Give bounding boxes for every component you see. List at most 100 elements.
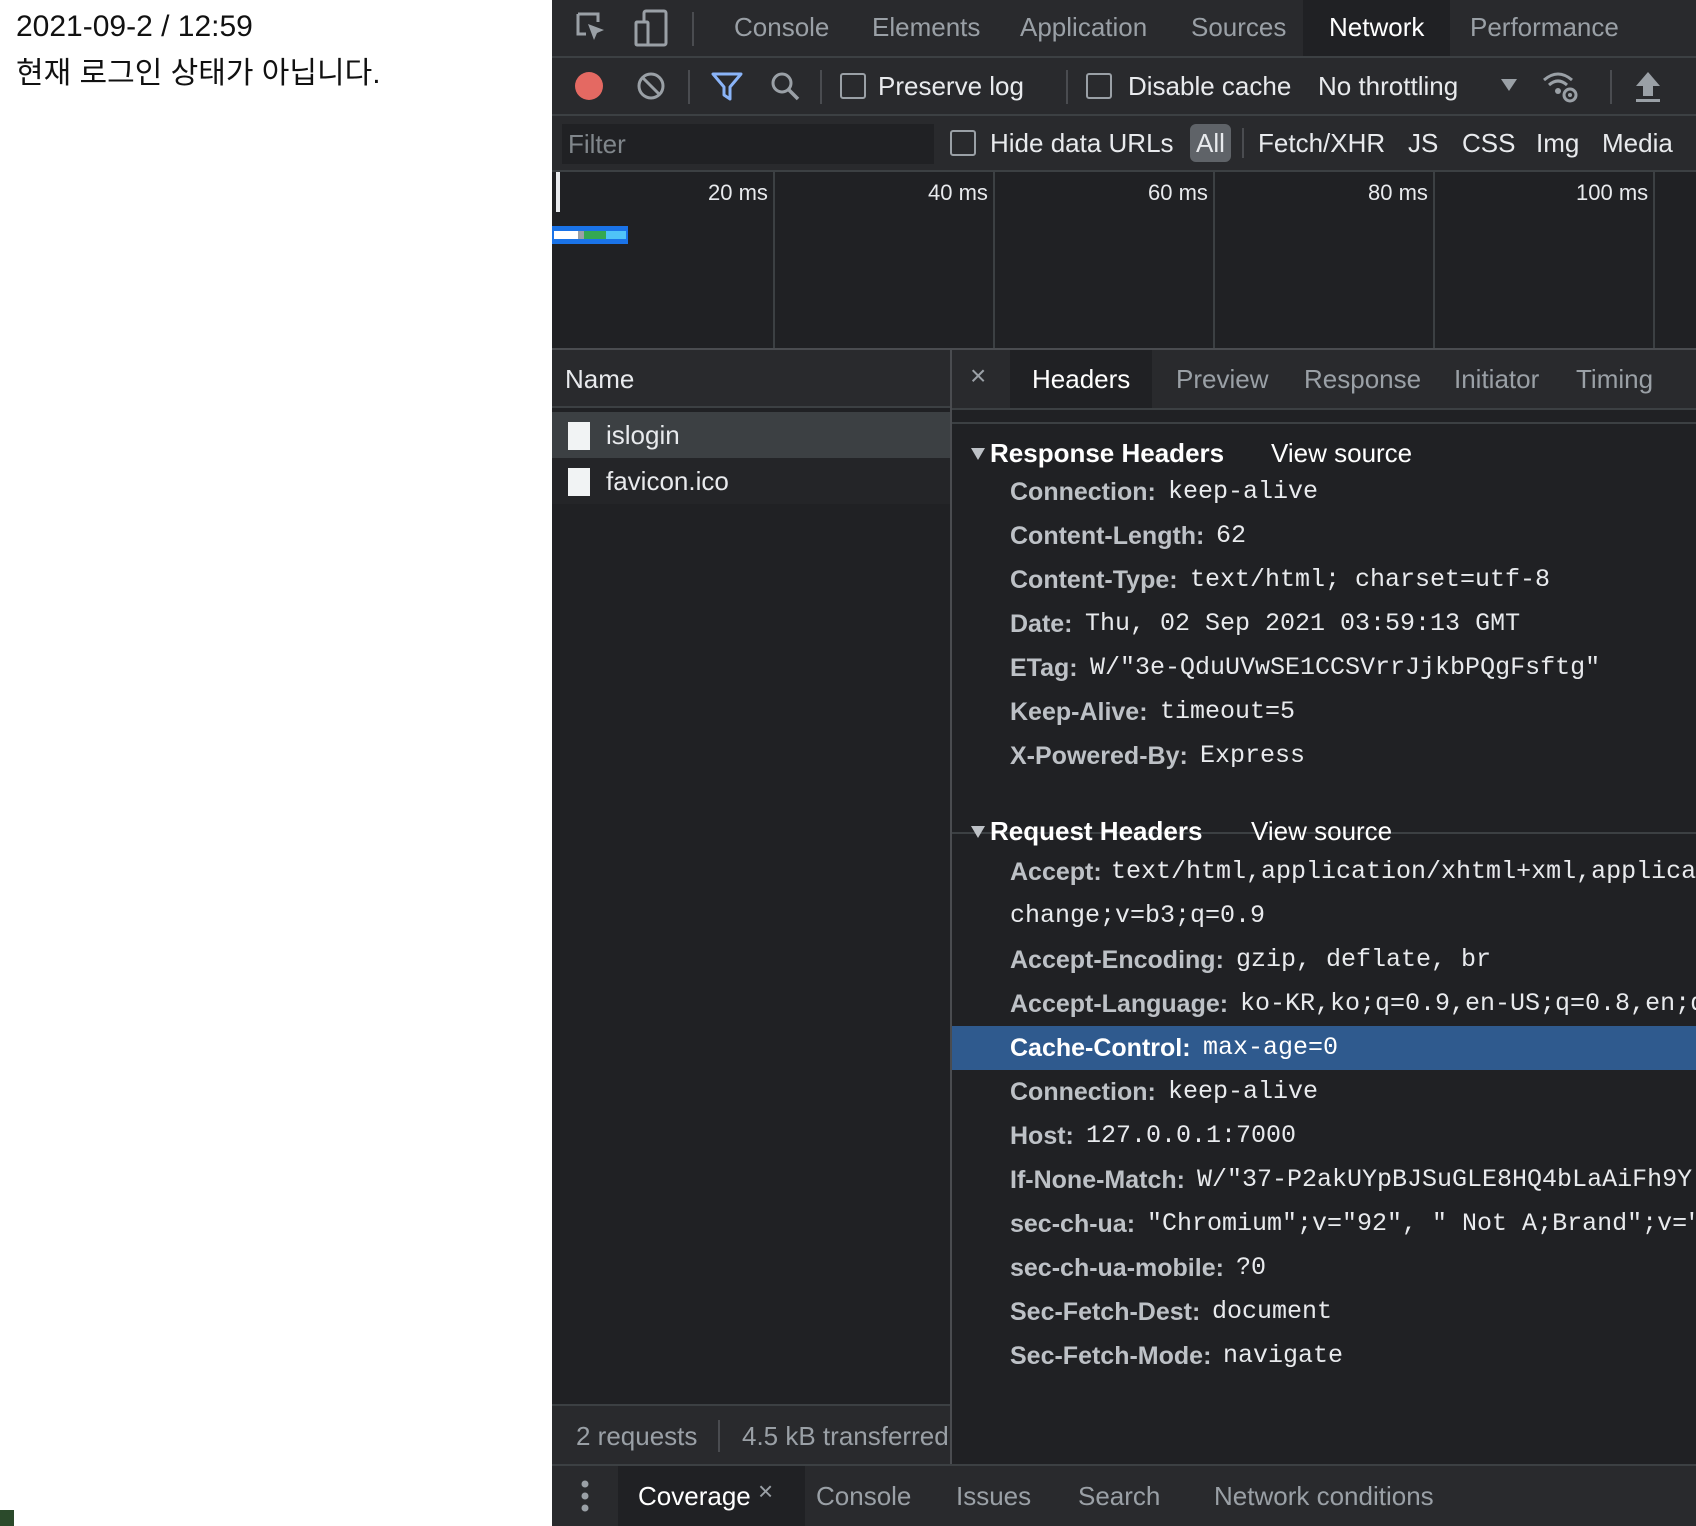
request-row-islogin[interactable]: islogin <box>552 412 950 458</box>
filter-input[interactable] <box>562 124 934 164</box>
filter-type-js[interactable]: JS <box>1408 116 1438 170</box>
search-icon[interactable] <box>768 69 802 103</box>
header-row[interactable]: Sec-Fetch-Mode: navigate <box>952 1334 1696 1378</box>
more-options-icon[interactable] <box>580 1478 590 1514</box>
timeline-tick-label: 40 ms <box>928 180 988 205</box>
timeline-tick-label: 20 ms <box>708 180 768 205</box>
request-view-source[interactable]: View source <box>1251 816 1392 847</box>
timeline-gridline <box>1653 172 1655 348</box>
timeline-gridline <box>1433 172 1435 348</box>
header-value: text/html,application/xhtml+xml,applicat <box>1111 857 1696 886</box>
transferred-size: 4.5 kB transferred <box>742 1421 949 1451</box>
header-row[interactable]: Keep-Alive: timeout=5 <box>952 690 1696 734</box>
header-row[interactable]: Content-Type: text/html; charset=utf-8 <box>952 558 1696 602</box>
drawer-tab-coverage[interactable]: Coverage <box>618 1466 805 1526</box>
header-value: document <box>1212 1297 1333 1326</box>
header-key: sec-ch-ua-mobile: <box>1010 1254 1224 1282</box>
header-row[interactable]: Accept-Language: ko-KR,ko;q=0.9,en-US;q=0… <box>952 982 1696 1026</box>
request-row-favicon[interactable]: favicon.ico <box>552 458 950 504</box>
header-row[interactable]: Connection: keep-alive <box>952 1070 1696 1114</box>
header-key: Accept-Encoding: <box>1010 946 1224 974</box>
chevron-down-icon[interactable] <box>1500 78 1518 92</box>
tab-sources[interactable]: Sources <box>1165 0 1312 56</box>
document-icon <box>568 422 590 450</box>
record-icon[interactable] <box>574 71 604 101</box>
section-divider <box>952 422 1696 424</box>
inspect-element-icon[interactable] <box>574 10 610 46</box>
tab-timing[interactable]: Timing <box>1554 350 1675 408</box>
header-value-continued: change;v=b3;q=0.9 <box>1010 901 1266 930</box>
request-waterfall-bar <box>552 226 628 244</box>
expand-triangle-icon[interactable] <box>970 825 986 839</box>
header-row[interactable]: Content-Length: 62 <box>952 514 1696 558</box>
header-row-accept[interactable]: Accept: text/html,application/xhtml+xml,… <box>952 850 1696 894</box>
expand-triangle-icon[interactable] <box>970 447 986 461</box>
filter-type-media[interactable]: Media <box>1602 116 1673 170</box>
header-row[interactable]: sec-ch-ua: "Chromium";v="92", " Not A;Bra… <box>952 1202 1696 1246</box>
timeline-cursor <box>556 172 560 212</box>
network-toolbar: Preserve log Disable cache No throttling <box>552 58 1696 116</box>
header-row[interactable]: If-None-Match: W/"37-P2akUYpBJSuGLE8HQ4bL… <box>952 1158 1696 1202</box>
tab-console[interactable]: Console <box>708 0 855 56</box>
header-row[interactable]: Connection: keep-alive <box>952 470 1696 514</box>
header-key: Connection: <box>1010 1078 1156 1106</box>
preserve-log-checkbox[interactable] <box>840 73 866 99</box>
drawer-tab-search[interactable]: Search <box>1058 1466 1180 1526</box>
header-value: Thu, 02 Sep 2021 03:59:13 GMT <box>1085 609 1521 638</box>
tab-elements[interactable]: Elements <box>846 0 1006 56</box>
response-headers-title[interactable]: Response Headers <box>990 438 1224 469</box>
request-name: islogin <box>606 420 680 450</box>
response-view-source[interactable]: View source <box>1271 438 1412 469</box>
login-status-message: 현재 로그인 상태가 아닙니다. <box>16 57 381 90</box>
filter-type-img[interactable]: Img <box>1536 116 1579 170</box>
tab-preview[interactable]: Preview <box>1154 350 1290 408</box>
disable-cache-checkbox[interactable] <box>1086 73 1112 99</box>
web-page: 2021-09-2 / 12:59 현재 로그인 상태가 아닙니다. <box>0 0 552 1526</box>
clear-icon[interactable] <box>636 71 666 101</box>
tab-network[interactable]: Network <box>1303 0 1451 56</box>
drawer-tab-network-conditions[interactable]: Network conditions <box>1194 1466 1454 1526</box>
throttling-select[interactable]: No throttling <box>1318 58 1458 114</box>
timeline-tick-label: 80 ms <box>1368 180 1428 205</box>
filter-type-fetch-xhr[interactable]: Fetch/XHR <box>1258 116 1385 170</box>
header-row[interactable]: Accept-Encoding: gzip, deflate, br <box>952 938 1696 982</box>
header-key: Content-Type: <box>1010 566 1178 594</box>
header-row[interactable]: sec-ch-ua-mobile: ?0 <box>952 1246 1696 1290</box>
close-icon[interactable]: × <box>758 1476 773 1507</box>
close-icon[interactable]: × <box>970 360 986 392</box>
header-row[interactable]: Host: 127.0.0.1:7000 <box>952 1114 1696 1158</box>
import-har-icon[interactable] <box>1632 68 1664 104</box>
tab-performance[interactable]: Performance <box>1444 0 1645 56</box>
device-toolbar-icon[interactable] <box>632 8 670 48</box>
timeline-overview[interactable]: 20 ms 40 ms 60 ms 80 ms 100 ms <box>552 172 1696 350</box>
header-row[interactable]: ETag: W/"3e-QduUVwSE1CCSVrrJjkbPQgFsftg" <box>952 646 1696 690</box>
hide-data-urls-label: Hide data URLs <box>990 128 1174 158</box>
filter-type-all[interactable]: All <box>1190 124 1231 162</box>
header-row[interactable]: Sec-Fetch-Dest: document <box>952 1290 1696 1334</box>
toolbar-separator <box>688 70 690 104</box>
tab-initiator[interactable]: Initiator <box>1432 350 1561 408</box>
tab-headers[interactable]: Headers <box>1010 350 1153 408</box>
request-name: favicon.ico <box>606 466 729 496</box>
header-key: Sec-Fetch-Dest: <box>1010 1298 1201 1326</box>
filter-type-css[interactable]: CSS <box>1462 116 1515 170</box>
request-list: Name islogin favicon.ico 2 requests 4.5 … <box>552 350 952 1466</box>
request-headers-title[interactable]: Request Headers <box>990 816 1202 847</box>
header-row[interactable]: Date: Thu, 02 Sep 2021 03:59:13 GMT <box>952 602 1696 646</box>
network-conditions-icon[interactable] <box>1540 68 1580 104</box>
tab-separator <box>692 12 694 46</box>
header-key: Accept: <box>1010 858 1102 886</box>
filter-icon[interactable] <box>710 70 744 102</box>
drawer-tab-issues[interactable]: Issues <box>936 1466 1051 1526</box>
header-value: W/"3e-QduUVwSE1CCSVrrJjkbPQgFsftg" <box>1090 653 1601 682</box>
hide-data-urls-checkbox[interactable] <box>950 130 976 156</box>
tab-application[interactable]: Application <box>994 0 1173 56</box>
timeline-gridline <box>993 172 995 348</box>
header-value: Express <box>1200 741 1306 770</box>
tab-response[interactable]: Response <box>1282 350 1443 408</box>
drawer-tab-console[interactable]: Console <box>796 1466 931 1526</box>
timeline-gridline <box>1213 172 1215 348</box>
name-column-header[interactable]: Name <box>552 350 950 408</box>
header-row[interactable]: Cache-Control: max-age=0 <box>952 1026 1696 1070</box>
header-row[interactable]: X-Powered-By: Express <box>952 734 1696 778</box>
